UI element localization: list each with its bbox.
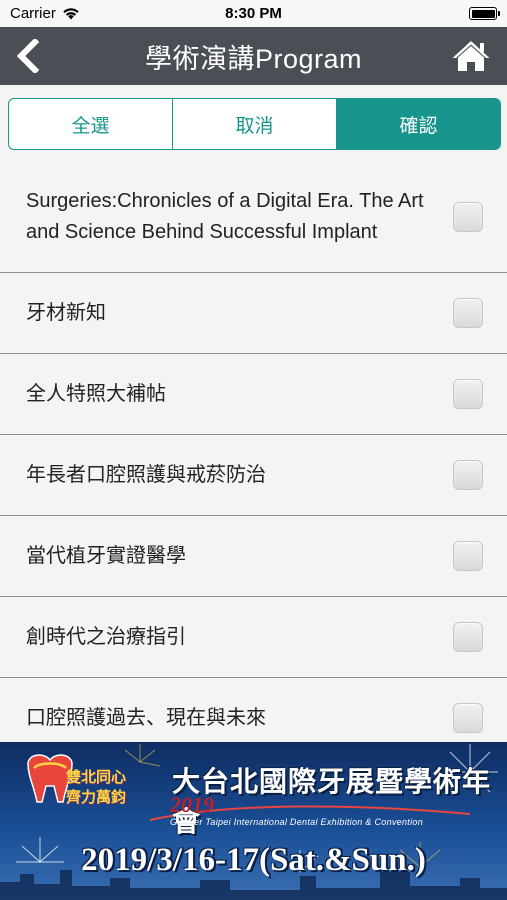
banner-date: 2019/3/16-17(Sat.&Sun.) xyxy=(81,842,426,878)
checkbox[interactable] xyxy=(453,201,483,232)
list-item-label: 當代植牙實證醫學 xyxy=(26,544,186,567)
home-button[interactable] xyxy=(449,36,493,76)
list-item[interactable]: 創時代之治療指引 xyxy=(0,597,507,678)
status-left: Carrier xyxy=(10,5,80,22)
banner-year: 2019 xyxy=(170,792,214,817)
chevron-left-icon xyxy=(16,39,40,73)
battery-icon xyxy=(469,7,500,20)
list-item[interactable]: 牙材新知 xyxy=(0,273,507,354)
list-item-label: 創時代之治療指引 xyxy=(26,625,186,648)
cancel-button[interactable]: 取消 xyxy=(173,99,337,149)
select-all-button[interactable]: 全選 xyxy=(9,99,173,149)
event-banner[interactable]: 雙北同心 齊力萬鈞 大台北國際牙展暨學術年會 2019 Greater Taip… xyxy=(0,742,507,900)
banner-slogan-line2: 齊力萬鈞 xyxy=(66,789,127,806)
checkbox[interactable] xyxy=(453,298,483,328)
list-item[interactable]: 全人特照大補帖 xyxy=(0,354,507,435)
home-icon xyxy=(452,41,490,71)
list-item[interactable]: 當代植牙實證醫學 xyxy=(0,516,507,597)
status-bar: Carrier 8:30 PM xyxy=(0,0,507,27)
list-item[interactable]: 年長者口腔照護與戒菸防治 xyxy=(0,435,507,516)
page-title: 學術演講Program xyxy=(144,43,363,74)
list-item-label: 年長者口腔照護與戒菸防治 xyxy=(26,463,266,486)
checkbox[interactable] xyxy=(453,460,483,490)
list-item-label: 全人特照大補帖 xyxy=(26,382,166,405)
wifi-icon xyxy=(63,8,79,20)
program-list: Surgeries:Chronicles of a Digital Era. T… xyxy=(0,161,507,759)
checkbox[interactable] xyxy=(453,541,483,571)
banner-title: 大台北國際牙展暨學術年會 xyxy=(172,765,492,838)
checkbox[interactable] xyxy=(453,622,483,652)
confirm-button[interactable]: 確認 xyxy=(337,99,500,149)
checkbox[interactable] xyxy=(453,379,483,409)
list-item-label: 口腔照護過去、現在與未來 xyxy=(26,706,266,729)
list-item[interactable]: Surgeries:Chronicles of a Digital Era. T… xyxy=(0,161,507,273)
nav-bar: 學術演講Program xyxy=(0,27,507,85)
checkbox[interactable] xyxy=(453,703,483,733)
action-segmented-control: 全選 取消 確認 xyxy=(8,98,501,150)
list-item-label: 牙材新知 xyxy=(26,301,106,324)
banner-subtitle: Greater Taipei International Dental Exhi… xyxy=(170,817,424,827)
carrier-label: Carrier xyxy=(10,5,56,22)
list-item-label: Surgeries:Chronicles of a Digital Era. T… xyxy=(26,189,424,243)
back-button[interactable] xyxy=(10,36,44,76)
banner-slogan-line1: 雙北同心 xyxy=(66,769,127,786)
